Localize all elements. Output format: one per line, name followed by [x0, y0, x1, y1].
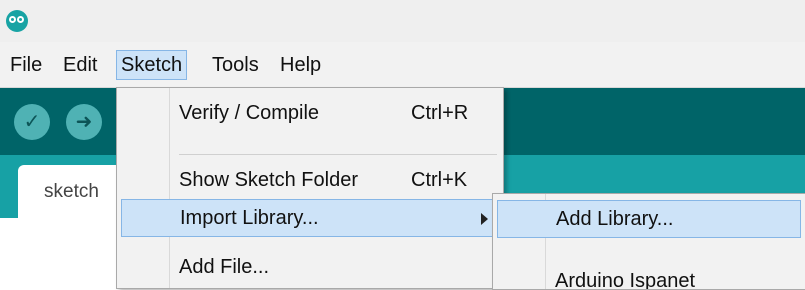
- menu-item-label: Verify / Compile: [179, 102, 320, 124]
- menu-tools[interactable]: Tools: [208, 50, 263, 80]
- right-arrow-icon: ➜: [75, 111, 93, 133]
- menu-item-label: Show Sketch Folder: [179, 169, 358, 191]
- menu-item-shortcut: Ctrl+R: [411, 102, 469, 124]
- menu-item-label: Import Library...: [180, 207, 319, 229]
- menu-bar: File Edit Sketch Tools Help: [0, 42, 805, 88]
- menu-item-add-library[interactable]: Add Library...: [497, 200, 801, 238]
- menu-item-shortcut: Ctrl+K: [411, 169, 468, 191]
- menu-separator: [179, 154, 497, 155]
- menu-file[interactable]: File: [6, 50, 46, 80]
- menu-item-verify-compile[interactable]: Verify / Compile Ctrl+R: [121, 94, 499, 132]
- verify-button[interactable]: ✓: [14, 104, 50, 140]
- menu-item-label: Add File...: [179, 256, 270, 278]
- checkmark-icon: ✓: [23, 111, 41, 133]
- title-bar: [0, 0, 805, 42]
- upload-button[interactable]: ➜: [66, 104, 102, 140]
- arduino-logo-icon: [6, 10, 28, 32]
- menu-sketch[interactable]: Sketch: [116, 50, 188, 80]
- menu-edit[interactable]: Edit: [59, 50, 101, 80]
- menu-item-label: Arduino Ispanet: [555, 270, 696, 290]
- menu-item-show-sketch-folder[interactable]: Show Sketch Folder Ctrl+K: [121, 161, 499, 199]
- menu-item-arduino-ispanet[interactable]: Arduino Ispanet: [497, 260, 801, 290]
- menu-help[interactable]: Help: [276, 50, 325, 80]
- import-library-submenu: Add Library... Arduino Ispanet: [492, 193, 805, 290]
- tab-sketch-label: sketch: [44, 181, 99, 202]
- sketch-menu: Verify / Compile Ctrl+R Show Sketch Fold…: [116, 87, 504, 289]
- menu-item-label: Add Library...: [556, 208, 674, 230]
- menu-item-add-file[interactable]: Add File...: [121, 245, 499, 283]
- submenu-arrow-icon: [481, 213, 488, 225]
- menu-item-import-library[interactable]: Import Library...: [121, 199, 499, 237]
